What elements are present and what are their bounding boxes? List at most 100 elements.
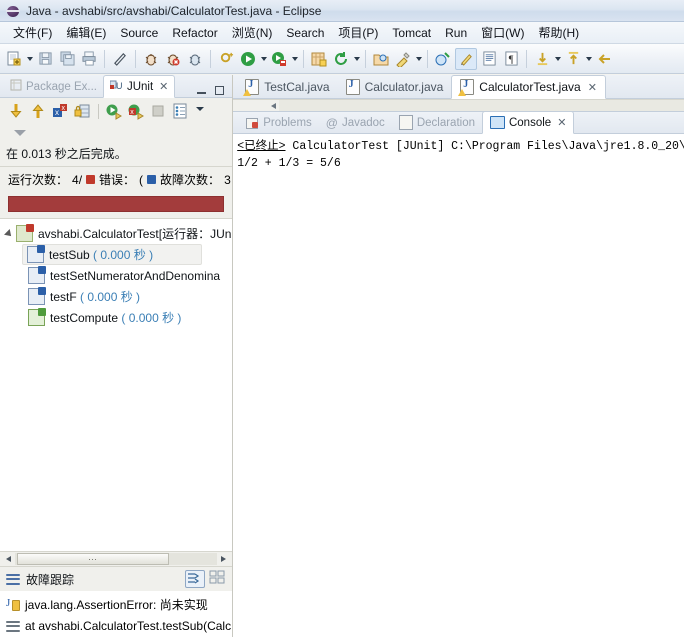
tab-testcal-java[interactable]: TestCal.java bbox=[237, 76, 337, 98]
java-file-warning-icon bbox=[458, 79, 475, 96]
highlight-icon[interactable] bbox=[455, 47, 477, 70]
pilcrow-icon[interactable]: ¶ bbox=[501, 49, 521, 69]
test-class-label: avshabi.CalculatorTest bbox=[38, 226, 159, 241]
new-dropdown-icon[interactable] bbox=[25, 49, 34, 69]
back-icon[interactable] bbox=[594, 49, 614, 69]
rerun-failed-tests-icon[interactable]: x bbox=[127, 102, 146, 121]
next-annotation-dropdown-icon[interactable] bbox=[553, 49, 562, 69]
junit-toolbar: xx x bbox=[0, 98, 233, 124]
tab-junit[interactable]: U JUnit ✕ bbox=[102, 75, 176, 98]
tab-calculator-java[interactable]: Calculator.java bbox=[338, 76, 452, 98]
table-row[interactable]: testSetNumeratorAndDenomina bbox=[22, 265, 232, 286]
debug-last-icon[interactable] bbox=[141, 49, 161, 69]
menu-search[interactable]: Search bbox=[279, 24, 331, 42]
new-package-icon[interactable] bbox=[309, 49, 329, 69]
tomcat-start-icon[interactable] bbox=[433, 49, 453, 69]
print-icon[interactable] bbox=[79, 49, 99, 69]
svg-text:¶: ¶ bbox=[508, 54, 513, 65]
menu-window[interactable]: 窗口(W) bbox=[474, 22, 531, 43]
list-item[interactable]: at avshabi.CalculatorTest.testSub(Calc bbox=[0, 615, 232, 637]
save-all-icon[interactable] bbox=[57, 49, 77, 69]
tab-problems[interactable]: Problems bbox=[239, 112, 319, 133]
test-method-icon bbox=[28, 308, 46, 326]
external-dropdown-icon[interactable] bbox=[290, 49, 299, 69]
stop-icon[interactable] bbox=[149, 102, 168, 121]
close-icon[interactable]: ✕ bbox=[557, 116, 566, 129]
lock-history-icon[interactable] bbox=[73, 102, 92, 121]
maximize-icon[interactable] bbox=[214, 85, 226, 97]
save-icon[interactable] bbox=[35, 49, 55, 69]
test-class-icon bbox=[16, 224, 34, 242]
tab-label: CalculatorTest.java bbox=[479, 80, 581, 94]
skip-all-breakpoints-icon[interactable] bbox=[163, 49, 183, 69]
refresh-icon[interactable] bbox=[331, 49, 351, 69]
toggle-mark-occurrences-icon[interactable] bbox=[110, 49, 130, 69]
new-java-class-icon[interactable] bbox=[216, 49, 236, 69]
chevron-down-icon[interactable] bbox=[14, 130, 26, 136]
filter-stack-trace-icon[interactable] bbox=[185, 570, 206, 588]
debug-icon[interactable] bbox=[185, 49, 205, 69]
problems-icon bbox=[246, 116, 259, 129]
stack-frame-icon bbox=[6, 620, 20, 632]
view-menu-icon[interactable] bbox=[193, 102, 212, 121]
show-failures-only-icon[interactable]: xx bbox=[51, 102, 70, 121]
test-history-icon[interactable] bbox=[171, 102, 190, 121]
menu-tomcat[interactable]: Tomcat bbox=[385, 24, 438, 42]
scroll-left-icon[interactable] bbox=[2, 553, 15, 565]
tab-declaration[interactable]: Declaration bbox=[392, 112, 482, 133]
expand-arrow-icon[interactable] bbox=[4, 228, 14, 239]
close-icon[interactable]: ✕ bbox=[588, 81, 597, 94]
menu-refactor[interactable]: Refactor bbox=[165, 24, 224, 42]
scrollbar-thumb[interactable]: ⋯ bbox=[17, 553, 169, 565]
table-row[interactable]: testF ( 0.000 秒 ) bbox=[22, 286, 232, 307]
search-icon[interactable] bbox=[393, 49, 413, 69]
minimize-icon[interactable] bbox=[196, 85, 208, 97]
junit-horizontal-scrollbar[interactable]: ⋯ bbox=[0, 551, 233, 566]
tab-label: Console bbox=[508, 116, 552, 129]
external-tools-icon[interactable] bbox=[269, 49, 289, 69]
next-failure-icon[interactable] bbox=[7, 102, 26, 121]
tab-console[interactable]: Console ✕ bbox=[481, 111, 575, 134]
junit-test-tree[interactable]: avshabi.CalculatorTest [运行器：JUn testSub … bbox=[0, 219, 233, 551]
close-icon[interactable]: ✕ bbox=[159, 80, 168, 93]
previous-failure-icon[interactable] bbox=[29, 102, 48, 121]
compare-result-icon[interactable] bbox=[209, 570, 227, 586]
prev-annotation-icon[interactable] bbox=[563, 49, 583, 69]
menu-source[interactable]: Source bbox=[113, 24, 165, 42]
menu-help[interactable]: 帮助(H) bbox=[531, 22, 586, 43]
run-icon[interactable] bbox=[238, 49, 258, 69]
failure-trace-list[interactable]: J java.lang.AssertionError: 尚未实现 at avsh… bbox=[0, 591, 233, 637]
refresh-dropdown-icon[interactable] bbox=[352, 49, 361, 69]
scroll-left-icon[interactable] bbox=[267, 100, 279, 111]
scrollbar-track[interactable]: ⋯ bbox=[15, 553, 218, 565]
next-annotation-icon[interactable] bbox=[532, 49, 552, 69]
new-wizard-icon[interactable] bbox=[4, 49, 24, 69]
failure-trace-header: 故障跟踪 bbox=[0, 566, 233, 591]
window-title: Java - avshabi/src/avshabi/CalculatorTes… bbox=[26, 3, 322, 18]
open-type-icon[interactable] bbox=[371, 49, 391, 69]
svg-text:U: U bbox=[116, 81, 123, 91]
tab-package-explorer[interactable]: Package Ex... bbox=[4, 76, 103, 97]
list-item[interactable]: J java.lang.AssertionError: 尚未实现 bbox=[0, 593, 232, 615]
menu-edit[interactable]: 编辑(E) bbox=[59, 22, 113, 43]
menu-navigate[interactable]: 浏览(N) bbox=[225, 22, 280, 43]
tab-calculatortest-java[interactable]: CalculatorTest.java ✕ bbox=[451, 75, 606, 99]
table-row[interactable]: testSub ( 0.000 秒 ) bbox=[22, 244, 202, 265]
table-row[interactable]: testCompute ( 0.000 秒 ) bbox=[22, 307, 232, 328]
scroll-right-icon[interactable] bbox=[217, 553, 230, 565]
run-dropdown-icon[interactable] bbox=[259, 49, 268, 69]
console-output[interactable]: <已终止> CalculatorTest [JUnit] C:\Program … bbox=[233, 134, 684, 637]
rerun-test-icon[interactable] bbox=[105, 102, 124, 121]
menu-run[interactable]: Run bbox=[438, 24, 474, 42]
book-icon[interactable] bbox=[479, 49, 499, 69]
tab-label: Package Ex... bbox=[26, 80, 97, 93]
menu-file[interactable]: 文件(F) bbox=[6, 22, 59, 43]
scrollbar-track[interactable] bbox=[279, 100, 684, 111]
search-dropdown-icon[interactable] bbox=[414, 49, 423, 69]
table-row[interactable]: avshabi.CalculatorTest [运行器：JUn bbox=[0, 223, 232, 244]
tab-javadoc[interactable]: @ Javadoc bbox=[319, 112, 392, 133]
menu-project[interactable]: 项目(P) bbox=[331, 22, 385, 43]
editor-horizontal-scrollbar[interactable] bbox=[233, 99, 684, 111]
workbench: Package Ex... U JUnit ✕ x x x 在 0.013 秒之… bbox=[0, 75, 684, 637]
prev-annotation-dropdown-icon[interactable] bbox=[584, 49, 593, 69]
